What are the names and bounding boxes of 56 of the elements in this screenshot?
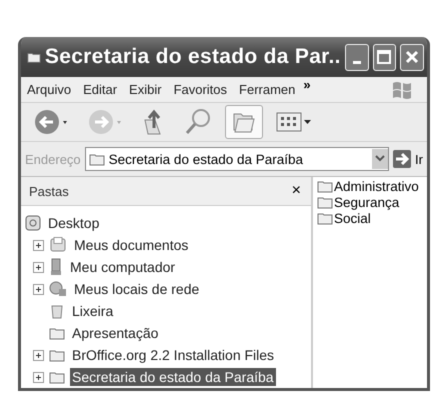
menu-item[interactable]: Favoritos bbox=[174, 82, 228, 97]
expand-icon[interactable] bbox=[33, 240, 44, 250]
desktop-icon bbox=[25, 215, 41, 231]
back-arrow-icon bbox=[34, 108, 70, 136]
menu-item[interactable]: Exibir bbox=[129, 82, 162, 97]
maximize-button[interactable] bbox=[372, 44, 396, 70]
tree-item[interactable]: Secretaria do estado da Paraíba bbox=[70, 368, 276, 386]
arrow-right-icon bbox=[393, 150, 412, 168]
dropdown-button[interactable] bbox=[372, 149, 388, 169]
folder-item[interactable]: Segurança bbox=[334, 195, 400, 210]
address-field[interactable]: Secretaria do estado da Paraíba bbox=[84, 147, 390, 171]
minimize-button[interactable] bbox=[344, 44, 369, 70]
folder-icon bbox=[317, 212, 333, 225]
close-icon bbox=[405, 50, 420, 64]
documents-icon bbox=[49, 237, 67, 253]
go-button[interactable]: Ir bbox=[393, 150, 423, 168]
folders-button[interactable] bbox=[225, 105, 263, 139]
menu-item[interactable]: Editar bbox=[83, 82, 118, 97]
folder-icon bbox=[49, 348, 65, 362]
tree-item[interactable]: Apresentação bbox=[70, 324, 160, 342]
flag-logo-icon bbox=[391, 80, 413, 100]
trash-icon bbox=[49, 303, 65, 319]
pane-title: Pastas bbox=[29, 184, 69, 198]
chevron-down-icon bbox=[375, 154, 386, 162]
globe-icon bbox=[49, 281, 67, 297]
window-title: Secretaria do estado da Par.. bbox=[44, 45, 341, 69]
folder-icon bbox=[27, 50, 41, 64]
tree-item[interactable]: Desktop bbox=[46, 214, 102, 232]
address-label: Endereço bbox=[25, 152, 81, 166]
minimize-icon bbox=[352, 60, 361, 64]
menu-item[interactable]: Ferramen bbox=[239, 82, 296, 97]
expand-icon[interactable] bbox=[33, 284, 44, 294]
tree-item[interactable]: Meu computador bbox=[68, 258, 178, 276]
search-icon bbox=[184, 108, 212, 136]
folder-icon bbox=[88, 152, 105, 166]
close-pane-button[interactable]: × bbox=[292, 182, 301, 200]
folder-icon bbox=[317, 196, 333, 209]
expand-icon[interactable] bbox=[33, 372, 44, 382]
expand-icon[interactable] bbox=[33, 262, 44, 272]
folder-item[interactable]: Social bbox=[334, 211, 371, 226]
folder-item[interactable]: Administrativo bbox=[334, 179, 419, 194]
folder-icon bbox=[317, 180, 333, 193]
tree-item[interactable]: Lixeira bbox=[70, 302, 116, 320]
tree-item[interactable]: Meus documentos bbox=[72, 236, 190, 254]
maximize-icon bbox=[377, 50, 392, 64]
expand-icon[interactable] bbox=[33, 350, 44, 360]
close-button[interactable] bbox=[400, 44, 424, 70]
forward-arrow-icon bbox=[88, 108, 124, 136]
computer-icon bbox=[49, 258, 63, 276]
tree-item[interactable]: Meus locais de rede bbox=[72, 280, 202, 298]
folder-icon bbox=[49, 370, 65, 384]
more-menu-chevron[interactable]: » bbox=[303, 77, 311, 92]
tree-item[interactable]: BrOffice.org 2.2 Installation Files bbox=[70, 346, 276, 364]
menu-item[interactable]: Arquivo bbox=[27, 82, 72, 97]
folder-icon bbox=[49, 326, 65, 340]
views-grid-icon bbox=[276, 110, 312, 134]
